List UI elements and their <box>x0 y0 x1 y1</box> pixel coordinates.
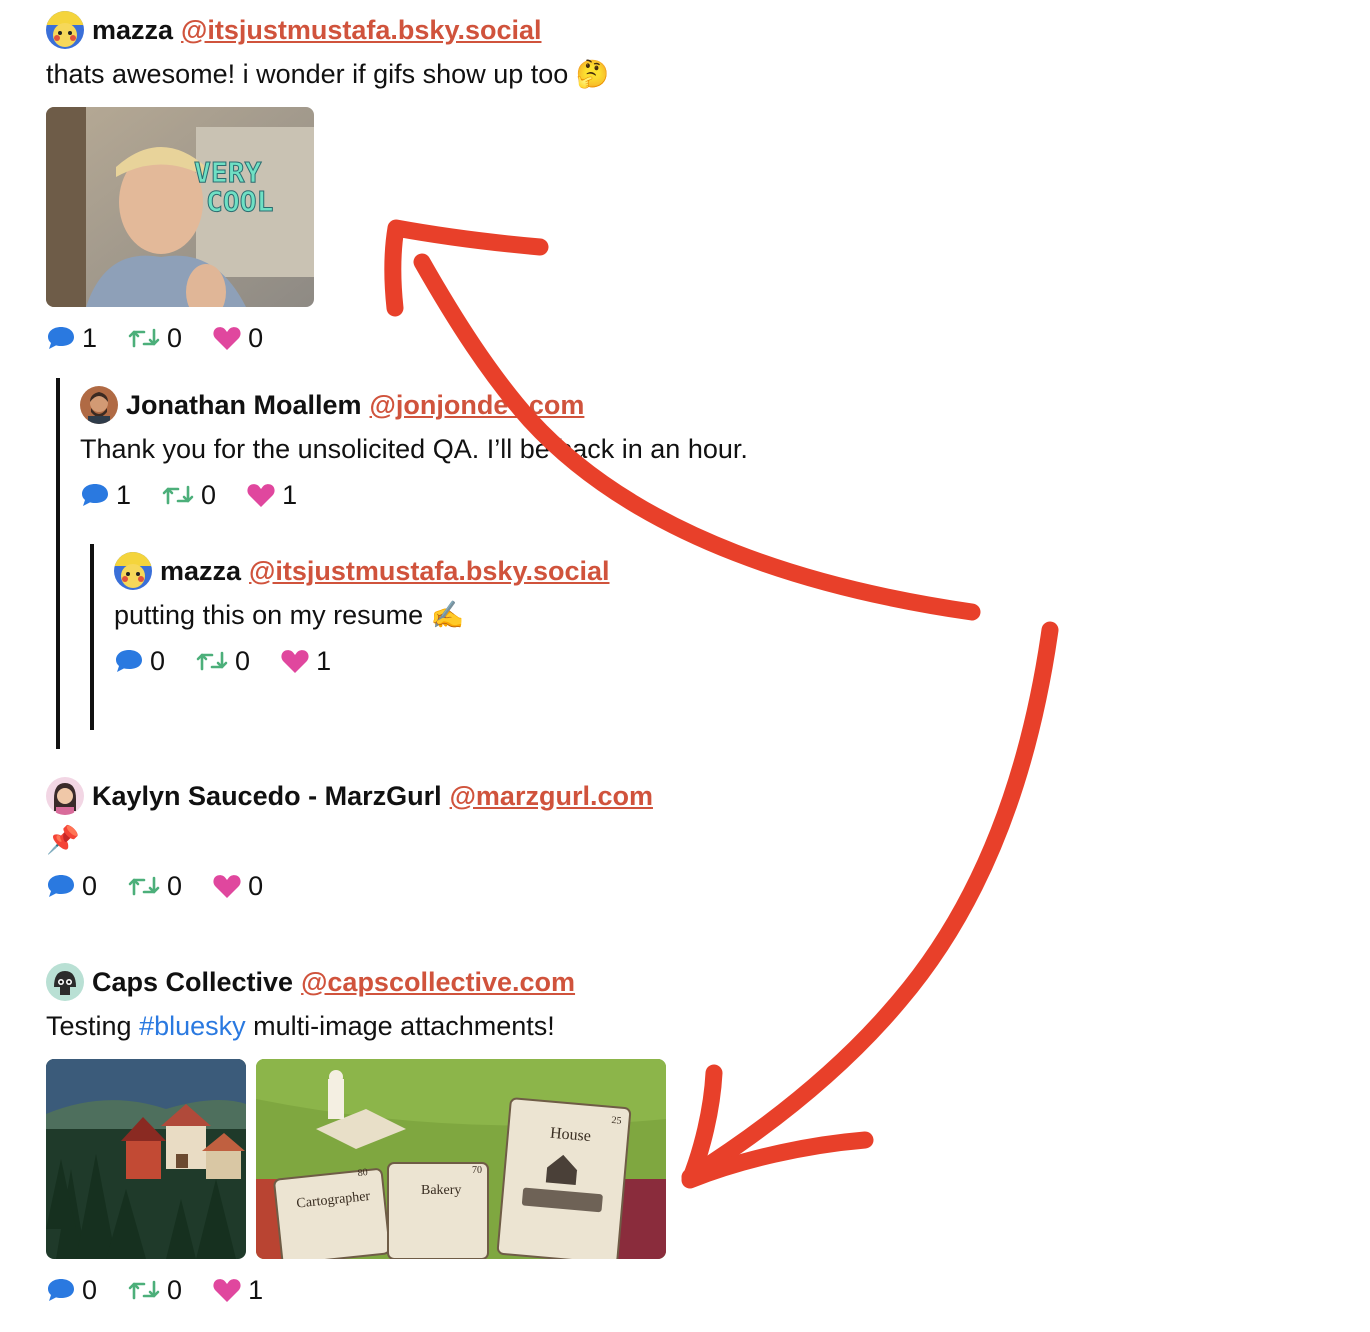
speech-bubble-icon <box>116 650 142 672</box>
card-cost: 80 <box>357 1167 368 1179</box>
post-text: Thank you for the unsolicited QA. I’ll b… <box>80 434 748 464</box>
like-count: 1 <box>282 479 298 510</box>
speech-bubble-icon <box>48 327 74 349</box>
post-text: 📌 <box>46 825 80 855</box>
reply-button[interactable]: 1 <box>80 480 131 511</box>
post-text-after: multi-image attachments! <box>245 1011 555 1041</box>
repost-button[interactable]: 0 <box>127 1275 182 1306</box>
repost-button[interactable]: 0 <box>195 646 250 677</box>
author-handle-link[interactable]: @itsjustmustafa.bsky.social <box>181 15 541 46</box>
author-handle-link[interactable]: @jonjondev.com <box>370 390 585 421</box>
annotation-arrow-down <box>681 621 1059 1186</box>
reply-count: 1 <box>116 479 132 510</box>
like-count: 1 <box>316 645 332 676</box>
avatar[interactable] <box>46 963 84 1001</box>
thread-line-level-1 <box>56 378 60 749</box>
like-button[interactable]: 1 <box>212 1275 263 1306</box>
thread-line-level-2 <box>90 544 94 730</box>
like-button[interactable]: 1 <box>280 646 331 677</box>
repost-count: 0 <box>167 870 183 901</box>
annotation-arrowhead-up <box>384 219 549 317</box>
post-mazza-1-stats: 1 0 0 <box>46 320 293 356</box>
annotation-arrowhead-down <box>681 1064 874 1189</box>
post-mazza-1: mazza @itsjustmustafa.bsky.social thats … <box>46 10 609 92</box>
reply-button[interactable]: 0 <box>114 646 165 677</box>
post-kaylyn: Kaylyn Saucedo - MarzGurl @marzgurl.com … <box>46 776 653 904</box>
repost-arrows-icon <box>128 1280 160 1300</box>
post-caps-collective-stats: 0 0 1 <box>46 1272 293 1308</box>
image-attachment-cards[interactable]: Cartographer 80 Bakery 70 House 25 <box>256 1059 666 1259</box>
author-name[interactable]: Caps Collective <box>92 967 293 998</box>
repost-count: 0 <box>201 479 217 510</box>
gif-attachment[interactable]: VERY COOL <box>46 107 314 307</box>
speech-bubble-icon <box>48 1279 74 1301</box>
post-text: putting this on my resume ✍️ <box>114 600 465 630</box>
author-handle-link[interactable]: @itsjustmustafa.bsky.social <box>249 556 609 587</box>
post-jonathan: Jonathan Moallem @jonjondev.com Thank yo… <box>80 385 748 513</box>
heart-icon <box>213 875 241 898</box>
post-text: Testing #bluesky multi-image attachments… <box>46 1008 575 1044</box>
like-button[interactable]: 0 <box>212 323 263 354</box>
author-name[interactable]: mazza <box>160 556 241 587</box>
reply-count: 1 <box>82 322 98 353</box>
post-text-before: Testing <box>46 1011 140 1041</box>
post-mazza-2: mazza @itsjustmustafa.bsky.social puttin… <box>114 551 610 679</box>
author-handle-link[interactable]: @capscollective.com <box>301 967 575 998</box>
repost-button[interactable]: 0 <box>127 871 182 902</box>
avatar[interactable] <box>80 386 118 424</box>
card-cartographer: Cartographer 80 <box>273 1167 391 1259</box>
repost-arrows-icon <box>128 328 160 348</box>
reply-button[interactable]: 0 <box>46 871 97 902</box>
author-name[interactable]: Jonathan Moallem <box>126 390 362 421</box>
heart-icon <box>247 484 275 507</box>
repost-button[interactable]: 0 <box>161 480 216 511</box>
repost-count: 0 <box>235 645 251 676</box>
reply-button[interactable]: 0 <box>46 1275 97 1306</box>
card-name: House <box>549 1125 591 1145</box>
reply-count: 0 <box>150 645 166 676</box>
speech-bubble-icon <box>48 875 74 897</box>
repost-arrows-icon <box>128 876 160 896</box>
repost-arrows-icon <box>162 485 194 505</box>
hashtag-link[interactable]: #bluesky <box>139 1011 246 1041</box>
speech-bubble-icon <box>82 484 108 506</box>
author-name[interactable]: Kaylyn Saucedo - MarzGurl <box>92 781 442 812</box>
card-cost: 25 <box>611 1115 622 1127</box>
card-cost: 70 <box>472 1165 482 1176</box>
avatar[interactable] <box>46 777 84 815</box>
repost-count: 0 <box>167 1274 183 1305</box>
author-name[interactable]: mazza <box>92 15 173 46</box>
heart-icon <box>213 1279 241 1302</box>
reply-count: 0 <box>82 870 98 901</box>
image-attachment-village[interactable] <box>46 1059 246 1259</box>
like-button[interactable]: 1 <box>246 480 297 511</box>
repost-button[interactable]: 0 <box>127 323 182 354</box>
reply-button[interactable]: 1 <box>46 323 97 354</box>
avatar[interactable] <box>46 11 84 49</box>
card-name: Bakery <box>421 1183 461 1198</box>
like-button[interactable]: 0 <box>212 871 263 902</box>
card-house: House 25 <box>496 1097 632 1259</box>
avatar[interactable] <box>114 552 152 590</box>
heart-icon <box>281 650 309 673</box>
like-count: 1 <box>248 1274 264 1305</box>
repost-count: 0 <box>167 322 183 353</box>
repost-arrows-icon <box>196 651 228 671</box>
heart-icon <box>213 327 241 350</box>
like-count: 0 <box>248 870 264 901</box>
post-text: thats awesome! i wonder if gifs show up … <box>46 59 610 89</box>
like-count: 0 <box>248 322 264 353</box>
card-bakery: Bakery 70 <box>387 1162 489 1259</box>
post-caps-collective: Caps Collective @capscollective.com Test… <box>46 962 575 1044</box>
gif-caption-line-2: COOL <box>206 185 273 218</box>
author-handle-link[interactable]: @marzgurl.com <box>450 781 653 812</box>
reply-count: 0 <box>82 1274 98 1305</box>
